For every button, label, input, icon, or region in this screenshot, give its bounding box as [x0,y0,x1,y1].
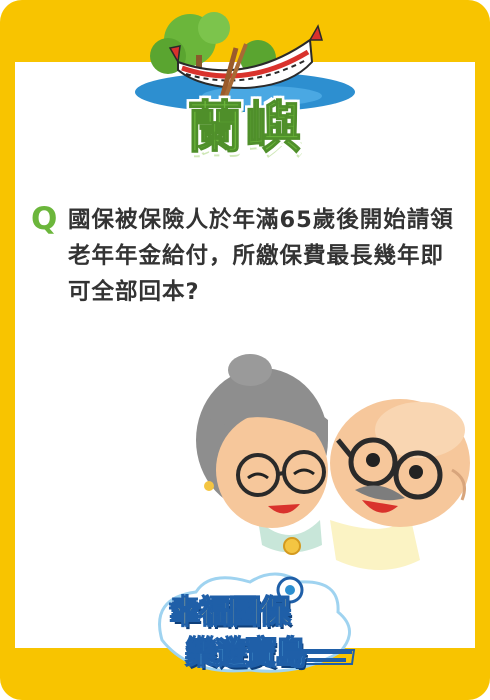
logo-line-2: 樂遊寶島 [186,636,307,671]
logo-line-1: 幸福國保 [170,595,291,630]
